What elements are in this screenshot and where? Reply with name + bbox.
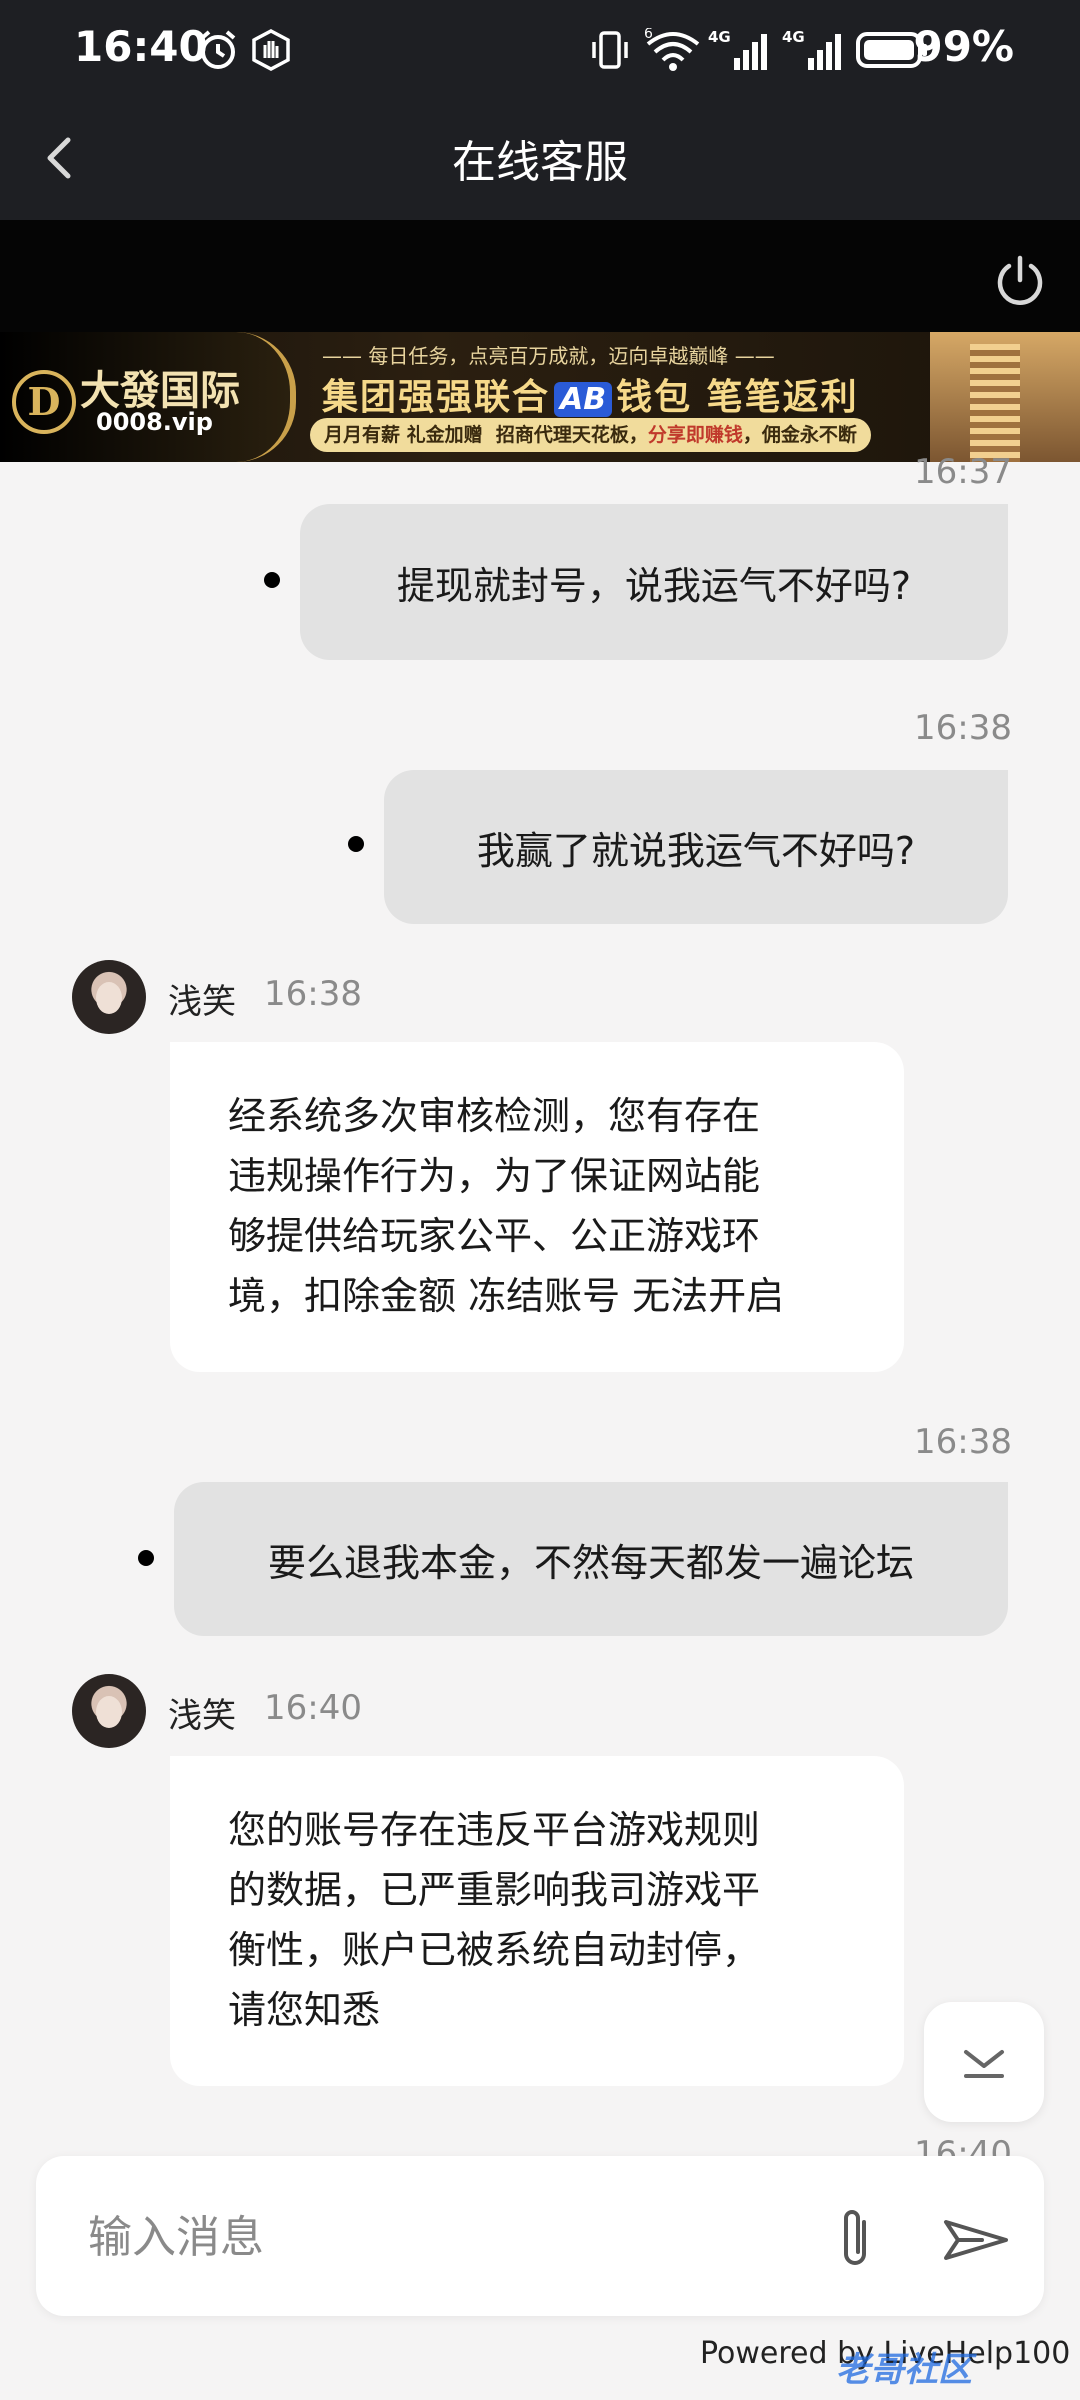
message-text: 提现就封号，说我运气不好吗?	[396, 563, 912, 608]
chat-toolbar	[0, 220, 1080, 332]
avatar[interactable]	[72, 1674, 146, 1748]
subline-part: ，佣金永不断	[742, 424, 857, 446]
ad-banner[interactable]: D 大發国际 0008.vip —— 每日任务，点亮百万成就，迈向卓越巅峰 ——…	[0, 332, 1080, 462]
headline-part: 集团强强联合	[322, 377, 551, 418]
page-title: 在线客服	[452, 137, 628, 188]
chat-bubble-outgoing[interactable]: 提现就封号，说我运气不好吗?	[300, 504, 1008, 660]
sender-name: 浅笑	[168, 1696, 236, 1736]
message-time: 16:37	[914, 452, 1012, 492]
chat-bubble-outgoing[interactable]: 要么退我本金，不然每天都发一遍论坛	[174, 1482, 1008, 1636]
message-time: 16:38	[914, 1422, 1012, 1462]
subline-part: 月月有薪 礼金加赠	[324, 424, 483, 446]
logo-mark: D	[12, 370, 76, 434]
signal-icon: 4G	[782, 28, 841, 70]
banner-subline: 月月有薪 礼金加赠 招商代理天花板，分享即赚钱，佣金永不断	[310, 418, 871, 452]
message-time: 16:40	[264, 1688, 362, 1728]
message-status-dot	[348, 836, 364, 852]
building-image	[930, 332, 1080, 462]
network-type-label: 4G	[708, 28, 731, 46]
message-composer	[36, 2156, 1044, 2316]
vibrate-icon	[592, 31, 628, 69]
banner-tagline: —— 每日任务，点亮百万成就，迈向卓越巅峰 ——	[322, 344, 775, 368]
ab-badge: AB	[554, 382, 613, 417]
chat-bubble-incoming[interactable]: 经系统多次审核检测，您有存在 违规操作行为，为了保证网站能 够提供给玩家公平、公…	[170, 1042, 904, 1372]
banner-headline: 集团强强联合 AB 钱包 笔笔返利	[322, 368, 859, 420]
chat-bubble-incoming[interactable]: 您的账号存在违反平台游戏规则 的数据，已严重影响我司游戏平 衡性，账户已被系统自…	[170, 1756, 904, 2086]
send-icon[interactable]	[936, 2200, 1016, 2280]
scroll-to-bottom-button[interactable]	[924, 2002, 1044, 2122]
wifi-label: 6	[644, 28, 653, 42]
battery-percent: 99%	[913, 22, 1014, 71]
signal-icon: 4G	[708, 28, 767, 70]
message-time: 16:38	[264, 974, 362, 1014]
message-text: 要么退我本金，不然每天都发一遍论坛	[267, 1540, 914, 1585]
status-bar: 16:40 6 4G 4G 99%	[0, 0, 1080, 100]
message-time: 16:38	[914, 708, 1012, 748]
alarm-icon	[200, 30, 236, 69]
brand-url: 0008.vip	[96, 408, 213, 436]
network-type-label: 4G	[782, 28, 805, 46]
wifi-icon: 6	[644, 28, 700, 71]
subline-highlight: 分享即赚钱	[647, 424, 743, 446]
hand-icon	[252, 29, 290, 71]
message-input[interactable]	[86, 2196, 790, 2278]
headline-part: 钱包 笔笔返利	[616, 377, 859, 418]
subline-part: 招商代理天花板，	[495, 424, 648, 446]
message-status-dot	[264, 572, 280, 588]
watermark: 老哥社区	[836, 2350, 972, 2390]
paperclip-icon[interactable]	[816, 2200, 896, 2280]
status-time: 16:40	[74, 22, 208, 71]
brand-logo: D 大發国际 0008.vip	[0, 332, 296, 462]
arrow-down-icon	[964, 2050, 1004, 2078]
power-icon[interactable]	[990, 250, 1050, 310]
chat-bubble-outgoing[interactable]: 我赢了就说我运气不好吗?	[384, 770, 1008, 924]
message-status-dot	[138, 1550, 154, 1566]
message-text: 我赢了就说我运气不好吗?	[476, 828, 916, 873]
avatar[interactable]	[72, 960, 146, 1034]
app-header: 在线客服	[0, 100, 1080, 220]
sender-name: 浅笑	[168, 982, 236, 1022]
